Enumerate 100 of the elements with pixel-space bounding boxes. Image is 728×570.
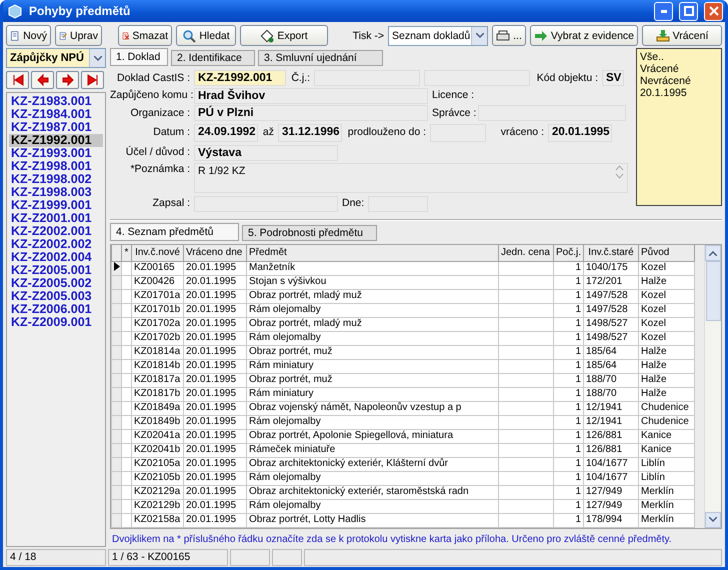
minimize-button[interactable] xyxy=(654,2,673,20)
document-item[interactable]: KZ-Z1984.001 xyxy=(9,108,103,121)
download-icon xyxy=(656,29,670,42)
text-field[interactable]: 20.01.1995 xyxy=(548,124,612,142)
text-field[interactable]: Výstava xyxy=(194,144,338,160)
table-cell: 20.01.1995 xyxy=(184,513,246,527)
toolbar-button[interactable]: Hledat xyxy=(176,25,236,46)
field-label: Licence : xyxy=(432,89,474,102)
document-item[interactable]: KZ-Z2005.001 xyxy=(9,264,103,277)
scrollbar[interactable] xyxy=(704,245,721,528)
table-cell: Chudenice xyxy=(638,401,694,415)
nav-button[interactable] xyxy=(31,71,54,89)
scroll-up-button[interactable] xyxy=(705,245,721,261)
document-item[interactable]: KZ-Z1983.001 xyxy=(9,95,103,108)
document-item[interactable]: KZ-Z1993.001 xyxy=(9,147,103,160)
table-cell: Rám olejomalby xyxy=(246,415,498,429)
table-cell: Stojan s výšivkou xyxy=(246,275,498,289)
document-item[interactable]: KZ-Z1998.003 xyxy=(9,186,103,199)
text-field[interactable]: 24.09.1992 xyxy=(194,124,258,142)
table-cell: Obraz architektonický exteriér, staroměstská radn xyxy=(246,485,498,499)
collection-dropdown[interactable]: Zápůjčky NPÚ xyxy=(6,48,106,68)
table-cell: 1 xyxy=(554,261,584,275)
document-item[interactable]: KZ-Z1999.001 xyxy=(9,199,103,212)
table-cell: 20.01.1995 xyxy=(184,345,246,359)
filter-item[interactable]: Vše.. xyxy=(640,51,718,63)
table-cell: Obraz portrét, Apolonie Spiegellová, miniatura xyxy=(246,429,498,443)
table-cell: 126/881 xyxy=(584,443,638,457)
toolbar-button[interactable]: Nový xyxy=(6,25,51,46)
toolbar-button[interactable]: Uprav xyxy=(55,25,102,46)
tab[interactable]: 3. Smluvní ujednání xyxy=(258,50,383,66)
text-field[interactable]: 31.12.1996 xyxy=(278,124,342,142)
filter-item[interactable]: 20.1.1995 xyxy=(640,87,718,99)
maximize-button[interactable] xyxy=(679,2,698,20)
note-field[interactable]: R 1/92 KZ xyxy=(194,162,628,192)
caret-icon xyxy=(476,33,484,38)
document-item[interactable]: KZ-Z1998.001 xyxy=(9,160,103,173)
document-item[interactable]: KZ-Z2005.003 xyxy=(9,290,103,303)
document-item[interactable]: KZ-Z2002.001 xyxy=(9,225,103,238)
document-item[interactable]: KZ-Z1998.002 xyxy=(9,173,103,186)
tab[interactable]: 2. Identifikace xyxy=(171,50,255,66)
maximize-icon xyxy=(684,6,694,16)
document-icon xyxy=(10,28,20,42)
tab[interactable]: 5. Podrobnosti předmětu xyxy=(242,225,377,241)
table-cell: Manžetník xyxy=(246,261,498,275)
table-cell: 12/1941 xyxy=(584,401,638,415)
nav-button[interactable] xyxy=(81,71,104,89)
document-item[interactable]: KZ-Z2006.001 xyxy=(9,303,103,316)
field-label: Dne: xyxy=(342,197,364,210)
text-field[interactable]: SV xyxy=(602,70,624,86)
table-cell: 20.01.1995 xyxy=(184,485,246,499)
table-cell: KZ01817b xyxy=(132,387,184,401)
hint-text: Dvojklikem na * příslušného řádku označíte zda se k protokolu vytiskne karta jako příloha. Určeno pro zvláště cenné předměty. xyxy=(111,532,673,544)
table-cell: Obraz portrét, mladý muž xyxy=(246,317,498,331)
filter-item[interactable]: Vrácené xyxy=(640,63,718,75)
toolbar-button[interactable]: Smazat xyxy=(118,25,172,46)
printer-icon xyxy=(496,30,510,42)
document-item[interactable]: KZ-Z1987.001 xyxy=(9,121,103,134)
nav-button[interactable] xyxy=(56,71,79,89)
table-cell: Obraz portrét, mladý muž xyxy=(246,289,498,303)
table-cell: KZ00426 xyxy=(132,275,184,289)
table-cell: 127/949 xyxy=(584,499,638,513)
table-cell: Obraz portrét, Lotty Hadlis xyxy=(246,513,498,527)
table-cell: Kanice xyxy=(638,443,694,457)
first-icon xyxy=(10,73,24,87)
text-field[interactable]: Hrad Švihov xyxy=(194,88,428,104)
table-cell: 127/949 xyxy=(584,485,638,499)
table-cell: Rámeček miniatuře xyxy=(246,443,498,457)
scrollbar-thumb[interactable] xyxy=(706,261,721,321)
print-dropdown[interactable]: Seznam dokladů xyxy=(388,26,488,46)
row-indicator[interactable] xyxy=(112,261,122,275)
document-item[interactable]: KZ-Z2001.001 xyxy=(9,212,103,225)
status-pane: 4 / 18 xyxy=(6,549,106,566)
text-field[interactable]: PÚ v Plzni xyxy=(194,105,428,121)
document-item[interactable]: KZ-Z2009.001 xyxy=(9,316,103,329)
table-cell: 20.01.1995 xyxy=(184,317,246,331)
table-cell: 1498/527 xyxy=(584,331,638,345)
return-button[interactable]: Vrácení xyxy=(642,25,722,46)
scroll-down-button[interactable] xyxy=(705,512,721,528)
print-button[interactable]: ... xyxy=(492,25,526,46)
table-cell: 104/1677 xyxy=(584,471,638,485)
document-item[interactable]: KZ-Z2002.004 xyxy=(9,251,103,264)
table-cell: 20.01.1995 xyxy=(184,499,246,513)
table-cell: 1497/528 xyxy=(584,289,638,303)
table-cell: 20.01.1995 xyxy=(184,415,246,429)
filter-item[interactable]: Nevrácené xyxy=(640,75,718,87)
text-field[interactable]: KZ-Z1992.001 xyxy=(194,70,286,86)
nav-button[interactable] xyxy=(6,71,29,89)
close-button[interactable] xyxy=(704,2,723,20)
tab[interactable]: 4. Seznam předmětů xyxy=(110,223,239,241)
select-button[interactable]: Vybrat z evidence xyxy=(530,25,638,46)
table-cell: Obraz portrét, muž xyxy=(246,345,498,359)
tab[interactable]: 1. Doklad xyxy=(110,48,168,66)
table-cell: 20.01.1995 xyxy=(184,331,246,345)
table-cell: 1 xyxy=(554,303,584,317)
toolbar-button[interactable]: Export xyxy=(240,25,328,46)
document-item[interactable]: KZ-Z2002.002 xyxy=(9,238,103,251)
table-cell: KZ01701b xyxy=(132,303,184,317)
document-item[interactable]: KZ-Z2005.002 xyxy=(9,277,103,290)
document-item[interactable]: KZ-Z1992.001 xyxy=(9,134,103,147)
table-cell: Obraz portrét, muž xyxy=(246,373,498,387)
